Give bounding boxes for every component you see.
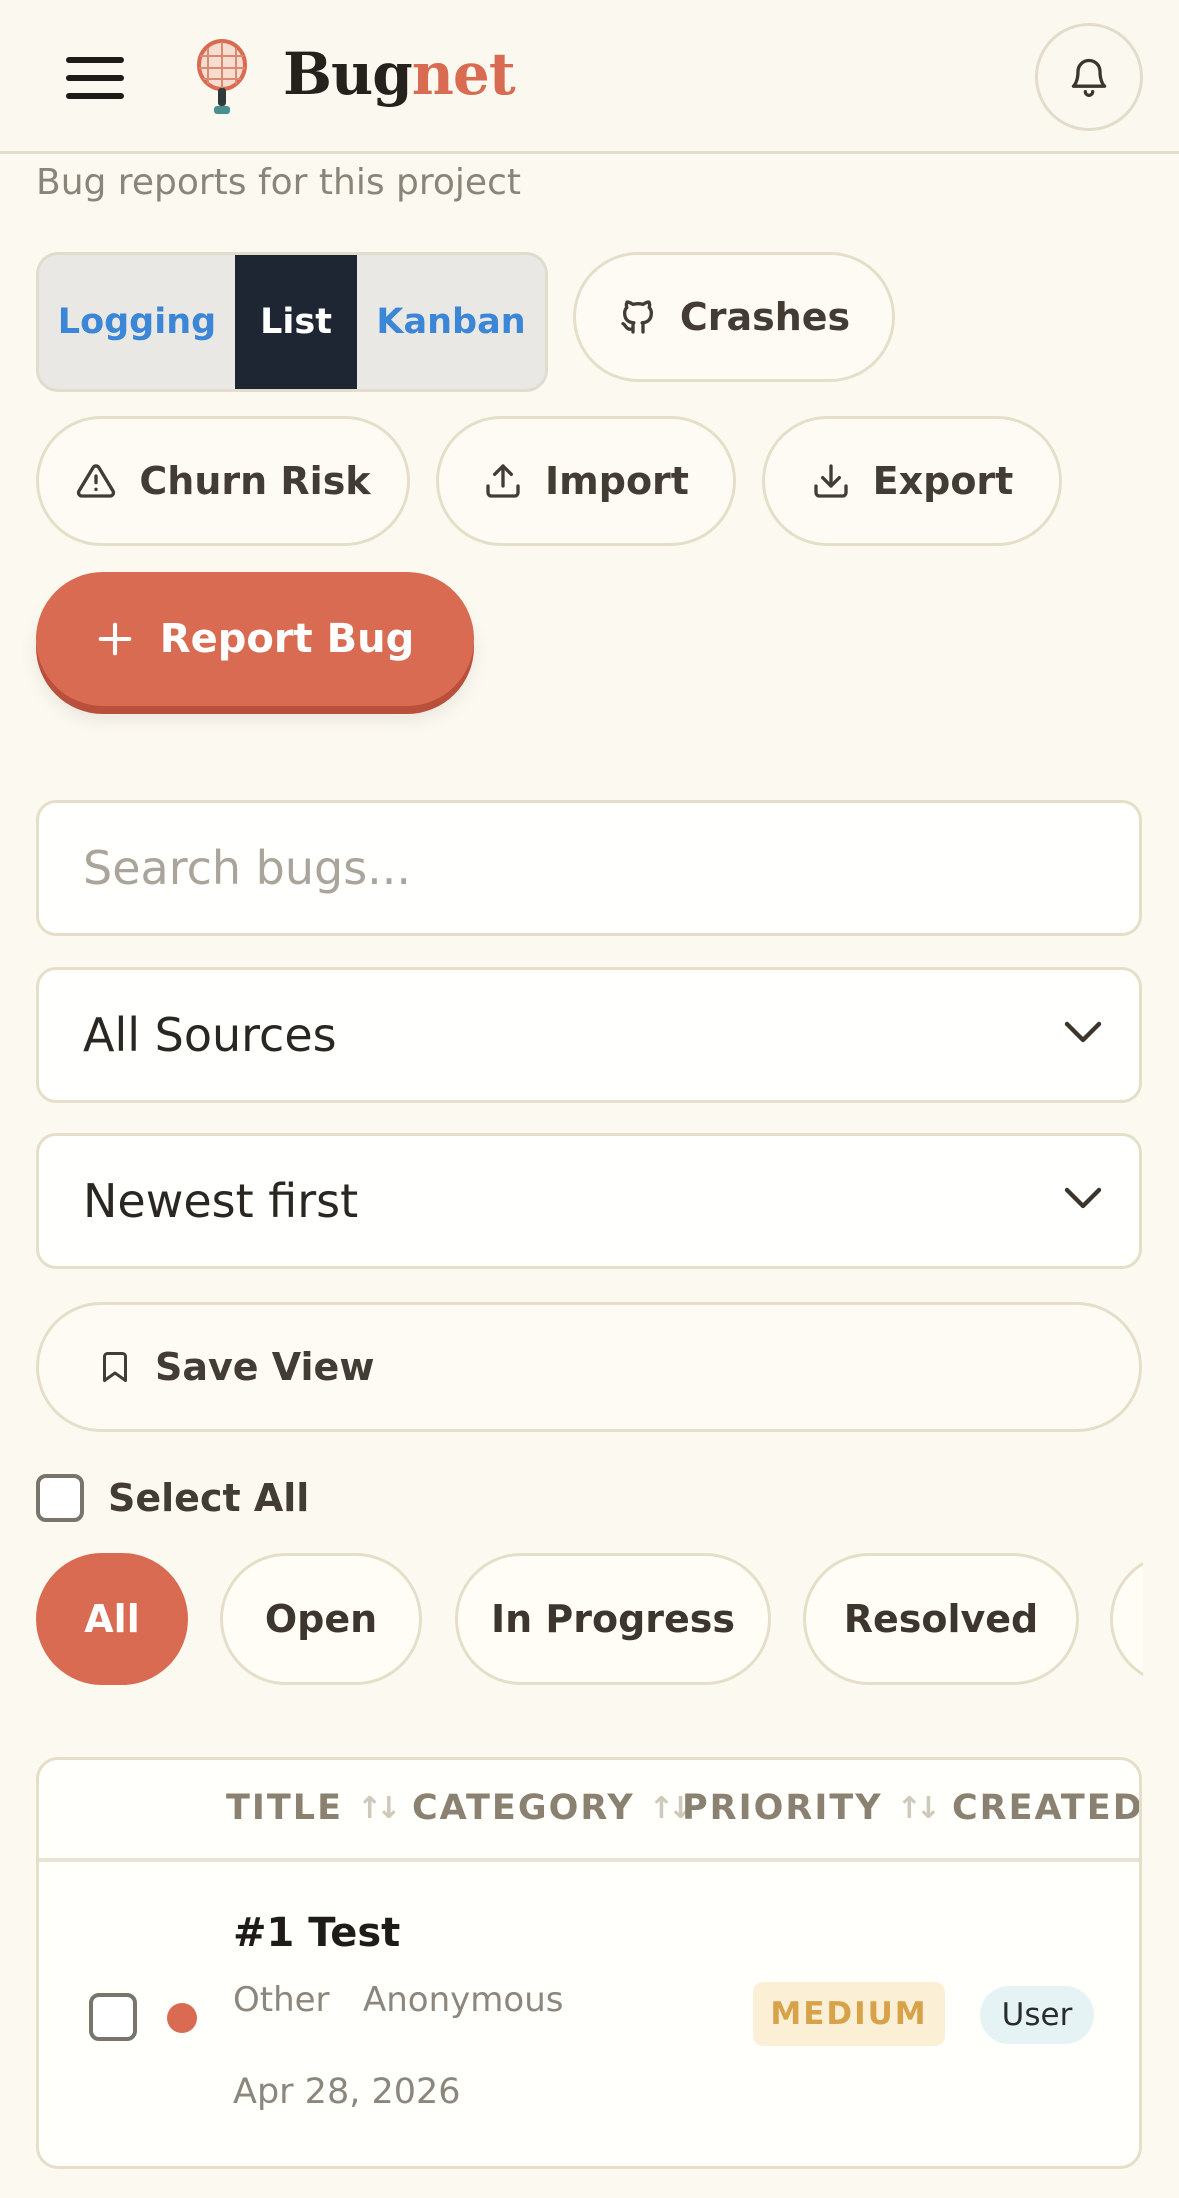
source-select[interactable]: All Sources [36, 967, 1142, 1103]
racket-logo-icon [197, 39, 247, 114]
sort-select-value: Newest first [83, 1174, 359, 1228]
source-badge: User [980, 1986, 1094, 2044]
row-checkbox[interactable] [89, 1993, 137, 2041]
status-filter-chips: All Open In Progress Resolved [0, 1540, 1143, 1700]
column-category[interactable]: CATEGORY ↑↓ [412, 1788, 693, 1828]
bookmark-icon [103, 1352, 127, 1382]
bug-reporter: Anonymous [363, 1980, 564, 2020]
chip-open[interactable]: Open [220, 1553, 422, 1685]
plus-icon [98, 622, 132, 656]
column-title-label: TITLE [226, 1788, 343, 1828]
tab-kanban[interactable]: Kanban [357, 255, 545, 389]
select-all-checkbox[interactable] [36, 1474, 84, 1522]
column-created-label: CREATED [952, 1788, 1142, 1828]
crashes-label: Crashes [679, 295, 851, 339]
bugs-table: TITLE ↑↓ CATEGORY ↑↓ PRIORITY ↑↓ CREATED #1… [36, 1757, 1142, 2169]
select-all-control[interactable]: Select All [36, 1474, 309, 1522]
sort-icon: ↑↓ [356, 1790, 401, 1826]
notifications-button[interactable] [1035, 23, 1143, 131]
page-subtitle: Bug reports for this project [36, 162, 521, 203]
column-priority-label: PRIORITY [682, 1788, 883, 1828]
download-icon [813, 464, 848, 498]
column-title[interactable]: TITLE ↑↓ [226, 1788, 401, 1828]
save-view-label: Save View [155, 1345, 375, 1389]
export-button[interactable]: Export [762, 416, 1062, 546]
priority-badge: MEDIUM [753, 1982, 945, 2046]
chip-in-progress[interactable]: In Progress [455, 1553, 771, 1685]
chip-all[interactable]: All [36, 1553, 188, 1685]
top-bar: Bugnet [0, 0, 1179, 154]
table-row[interactable] [39, 1864, 1139, 2164]
chip-resolved[interactable]: Resolved [803, 1553, 1079, 1685]
export-label: Export [872, 459, 1014, 503]
sort-icon: ↑↓ [896, 1790, 941, 1826]
save-view-button[interactable]: Save View [36, 1302, 1142, 1432]
chevron-down-icon [1064, 1187, 1102, 1209]
import-button[interactable]: Import [436, 416, 736, 546]
chip-more[interactable] [1110, 1553, 1143, 1685]
search-input[interactable] [83, 841, 1139, 895]
github-icon [621, 300, 653, 334]
bug-category: Other [233, 1980, 330, 2020]
select-all-label: Select All [108, 1476, 310, 1520]
bug-title[interactable]: #1 Test [233, 1910, 400, 1956]
warning-triangle-icon [77, 464, 116, 498]
report-bug-label: Report Bug [159, 616, 415, 662]
column-category-label: CATEGORY [412, 1788, 635, 1828]
hamburger-menu-icon[interactable] [66, 55, 126, 101]
report-bug-button[interactable]: Report Bug [36, 572, 474, 706]
sort-select[interactable]: Newest first [36, 1133, 1142, 1269]
column-created[interactable]: CREATED [952, 1788, 1142, 1828]
churn-risk-label: Churn Risk [139, 459, 371, 503]
churn-risk-button[interactable]: Churn Risk [36, 416, 410, 546]
source-select-value: All Sources [83, 1008, 337, 1062]
brand-logo-text[interactable]: Bugnet [283, 40, 516, 108]
table-header: TITLE ↑↓ CATEGORY ↑↓ PRIORITY ↑↓ CREATED [39, 1760, 1139, 1862]
search-field[interactable] [36, 800, 1142, 936]
bell-icon [1071, 58, 1107, 97]
crashes-button[interactable]: Crashes [573, 252, 895, 382]
tab-logging[interactable]: Logging [39, 255, 235, 389]
status-dot [167, 2003, 197, 2033]
view-switcher: Logging List Kanban [36, 252, 548, 392]
import-label: Import [545, 459, 689, 503]
bug-created-date: Apr 28, 2026 [233, 2072, 461, 2112]
column-priority[interactable]: PRIORITY ↑↓ [682, 1788, 941, 1828]
tab-list[interactable]: List [235, 255, 357, 389]
upload-icon [486, 464, 520, 498]
chevron-down-icon [1064, 1021, 1102, 1043]
